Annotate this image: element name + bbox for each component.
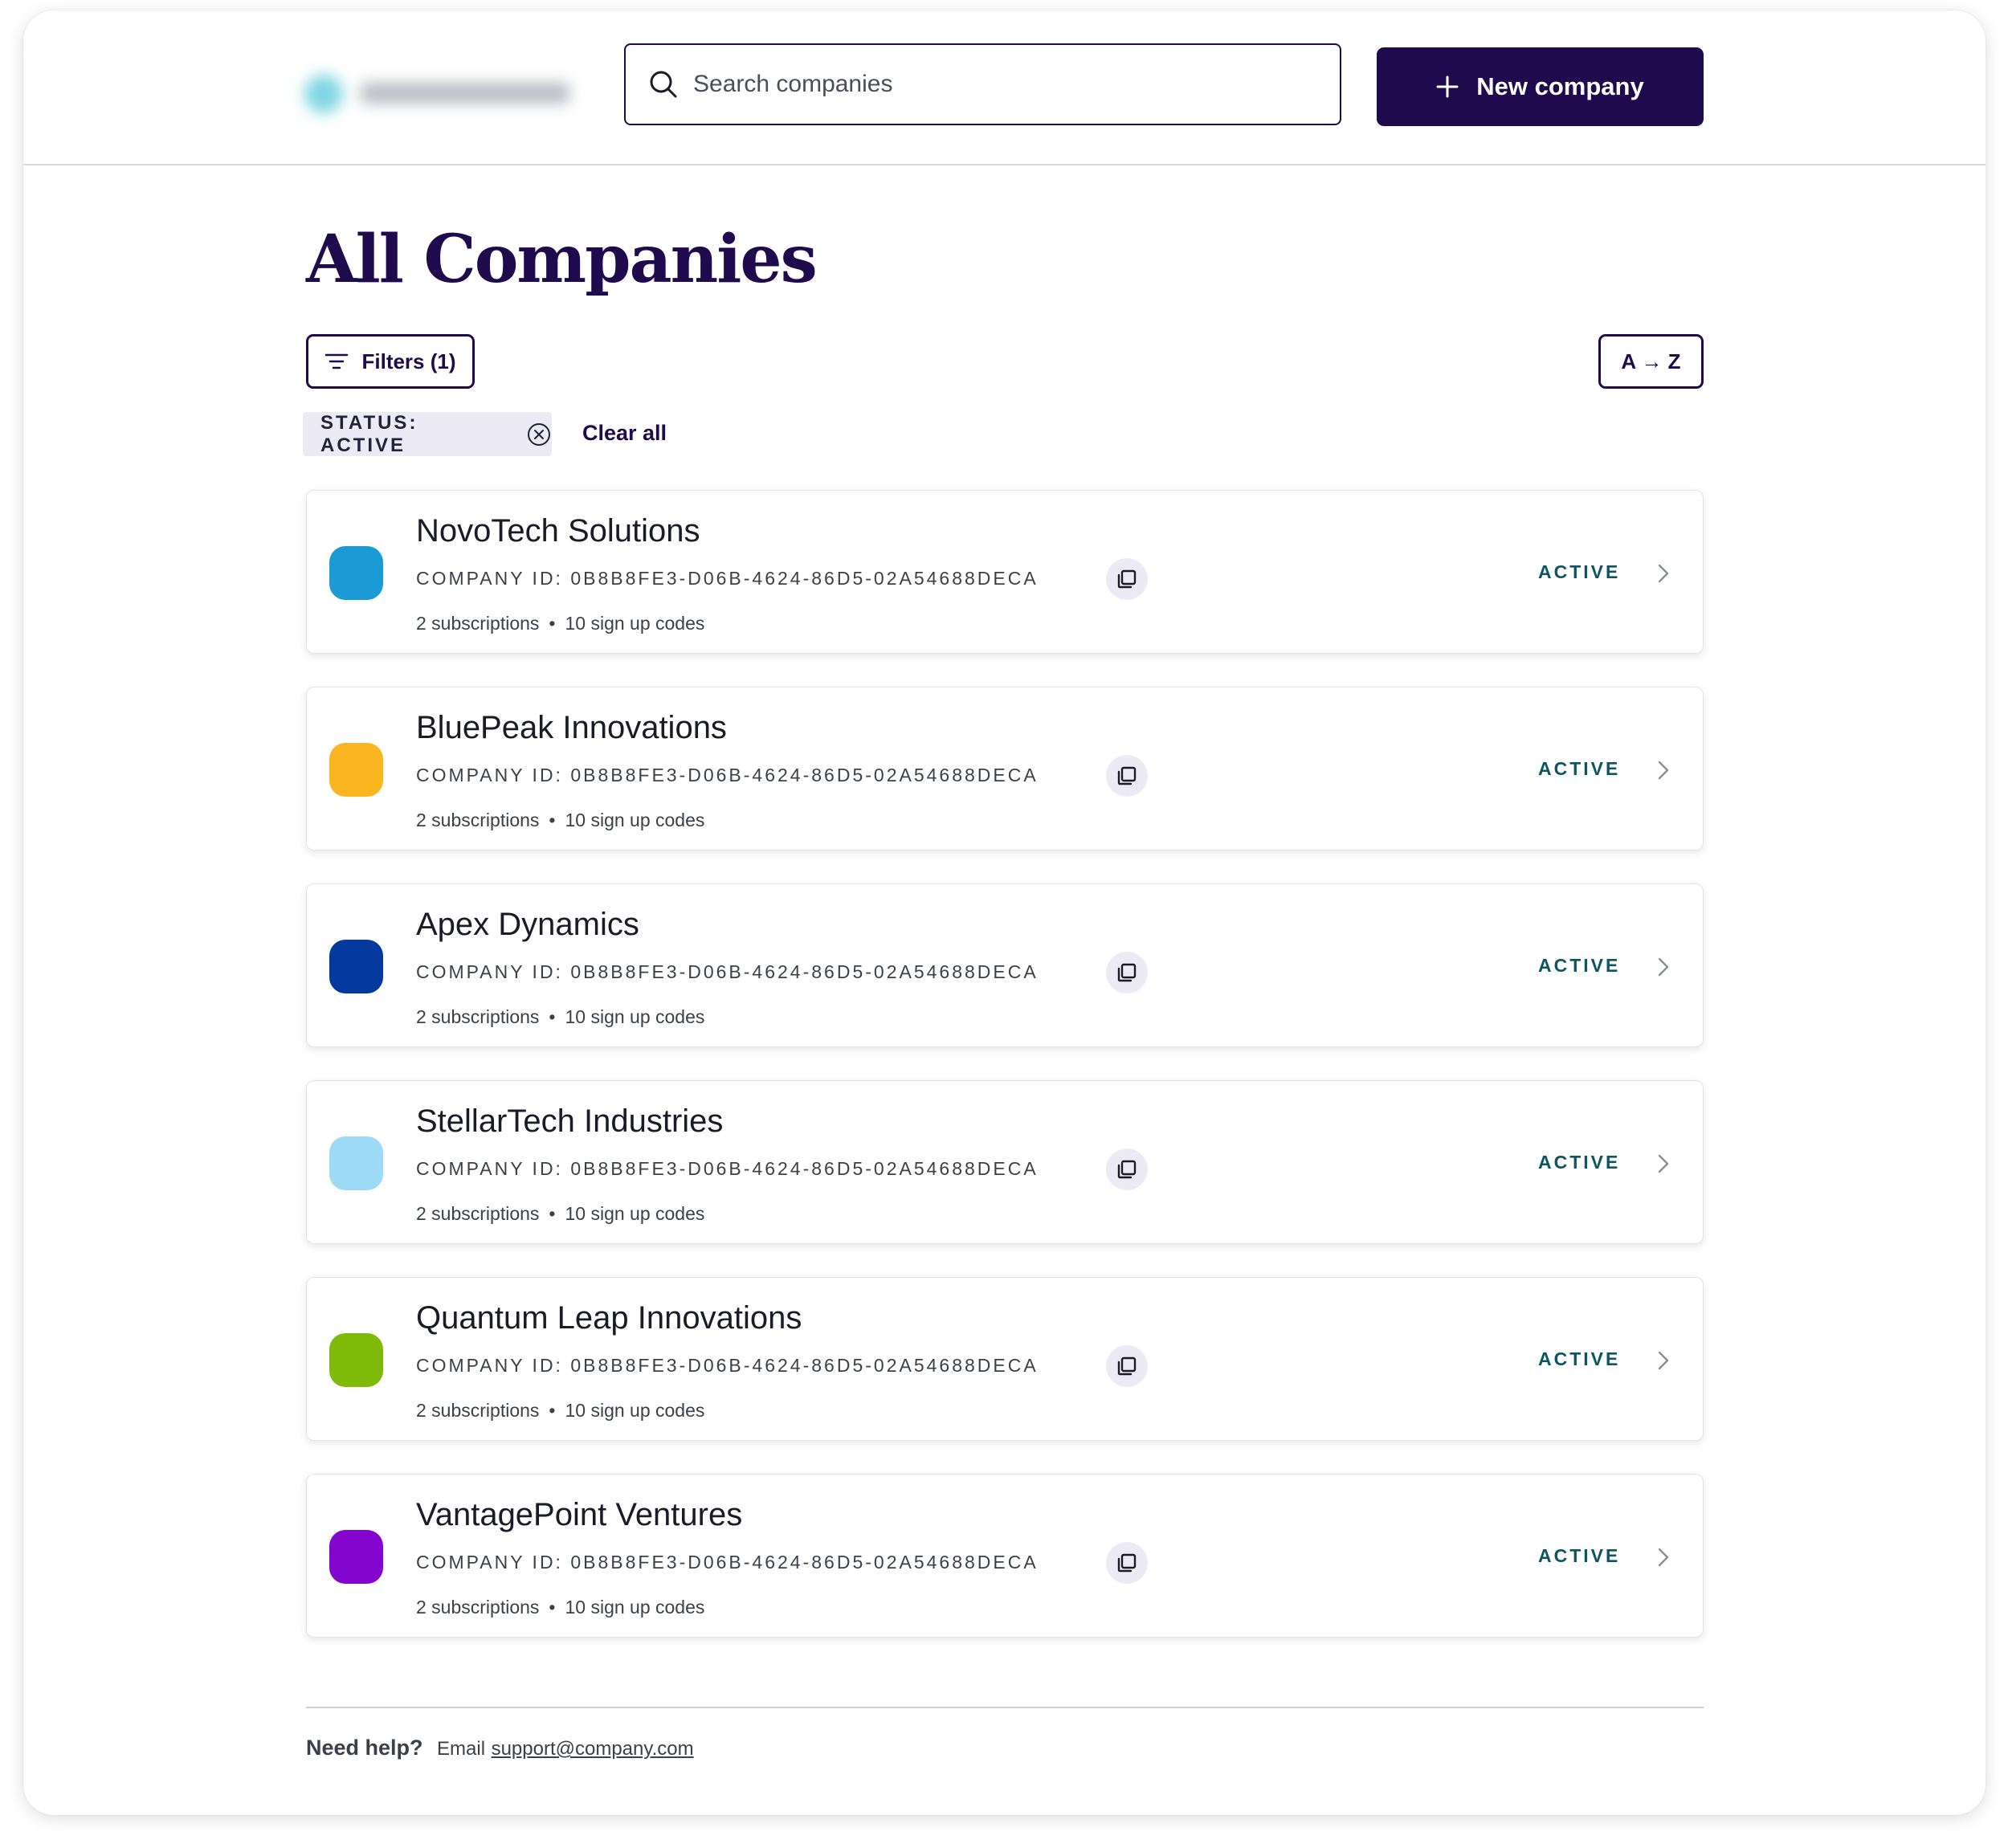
- company-avatar: [329, 743, 383, 797]
- meta-separator: •: [549, 613, 556, 634]
- sort-button[interactable]: A → Z: [1598, 334, 1704, 389]
- app-window: New company All Companies Filters (1) A …: [23, 10, 1986, 1815]
- close-circle-icon[interactable]: [526, 422, 552, 447]
- new-company-label: New company: [1476, 72, 1644, 100]
- subscriptions-count: 2 subscriptions: [416, 810, 540, 830]
- chevron-right-icon: [1652, 561, 1673, 585]
- company-id: COMPANY ID: 0B8B8FE3-D06B-4624-86D5-02A5…: [416, 1552, 1039, 1573]
- signup-codes-count: 10 sign up codes: [565, 1597, 705, 1618]
- company-avatar: [329, 940, 383, 993]
- chevron-right-icon: [1652, 1348, 1673, 1373]
- company-meta: 2 subscriptions • 10 sign up codes: [416, 1203, 704, 1225]
- status-badge: ACTIVE: [1538, 561, 1621, 582]
- company-avatar: [329, 1333, 383, 1387]
- filter-icon: [324, 352, 349, 371]
- signup-codes-count: 10 sign up codes: [565, 1203, 705, 1224]
- page-title: All Companies: [306, 221, 818, 298]
- company-id: COMPANY ID: 0B8B8FE3-D06B-4624-86D5-02A5…: [416, 1355, 1039, 1376]
- company-card[interactable]: NovoTech Solutions COMPANY ID: 0B8B8FE3-…: [306, 490, 1704, 654]
- search-input[interactable]: [692, 70, 1305, 99]
- plus-icon: [1436, 75, 1459, 98]
- company-id: COMPANY ID: 0B8B8FE3-D06B-4624-86D5-02A5…: [416, 568, 1039, 589]
- status-badge: ACTIVE: [1538, 758, 1621, 779]
- company-name: BluePeak Innovations: [416, 710, 727, 745]
- copy-icon: [1117, 766, 1137, 785]
- status-badge: ACTIVE: [1538, 1152, 1621, 1173]
- company-name: NovoTech Solutions: [416, 513, 700, 549]
- company-name: Quantum Leap Innovations: [416, 1300, 802, 1336]
- status-badge: ACTIVE: [1538, 1348, 1621, 1369]
- filters-label: Filters (1): [361, 349, 456, 373]
- company-avatar: [329, 1136, 383, 1190]
- company-card[interactable]: BluePeak Innovations COMPANY ID: 0B8B8FE…: [306, 687, 1704, 851]
- subscriptions-count: 2 subscriptions: [416, 1400, 540, 1421]
- footer-divider: [306, 1707, 1704, 1708]
- copy-id-button[interactable]: [1106, 558, 1148, 600]
- clear-all-link[interactable]: Clear all: [582, 421, 667, 446]
- company-id: COMPANY ID: 0B8B8FE3-D06B-4624-86D5-02A5…: [416, 765, 1039, 785]
- company-meta: 2 subscriptions • 10 sign up codes: [416, 1006, 704, 1028]
- chevron-right-icon: [1652, 758, 1673, 782]
- company-logo[interactable]: [288, 60, 626, 120]
- logo-mark: [304, 75, 343, 113]
- subscriptions-count: 2 subscriptions: [416, 1597, 540, 1618]
- filters-button[interactable]: Filters (1): [306, 334, 475, 389]
- meta-separator: •: [549, 1597, 556, 1618]
- company-meta: 2 subscriptions • 10 sign up codes: [416, 1597, 704, 1618]
- logo-wordmark: [361, 83, 569, 104]
- copy-icon: [1117, 1160, 1137, 1179]
- chevron-right-icon: [1652, 1152, 1673, 1176]
- signup-codes-count: 10 sign up codes: [565, 810, 705, 830]
- sort-label: A → Z: [1621, 349, 1681, 373]
- meta-separator: •: [549, 1203, 556, 1224]
- company-card[interactable]: Quantum Leap Innovations COMPANY ID: 0B8…: [306, 1277, 1704, 1441]
- meta-separator: •: [549, 1006, 556, 1027]
- company-card[interactable]: StellarTech Industries COMPANY ID: 0B8B8…: [306, 1080, 1704, 1244]
- company-avatar: [329, 546, 383, 600]
- company-meta: 2 subscriptions • 10 sign up codes: [416, 1400, 704, 1422]
- company-avatar: [329, 1530, 383, 1584]
- copy-id-button[interactable]: [1106, 952, 1148, 993]
- copy-id-button[interactable]: [1106, 1345, 1148, 1387]
- company-name: Apex Dynamics: [416, 907, 639, 942]
- new-company-button[interactable]: New company: [1377, 47, 1704, 126]
- copy-id-button[interactable]: [1106, 755, 1148, 797]
- copy-icon: [1117, 1553, 1137, 1573]
- copy-icon: [1117, 569, 1137, 589]
- signup-codes-count: 10 sign up codes: [565, 1400, 705, 1421]
- copy-id-button[interactable]: [1106, 1148, 1148, 1190]
- chevron-right-icon: [1652, 955, 1673, 979]
- help-label: Need help?: [306, 1736, 423, 1760]
- status-filter-chip: STATUS: ACTIVE: [303, 412, 552, 456]
- company-card[interactable]: VantagePoint Ventures COMPANY ID: 0B8B8F…: [306, 1474, 1704, 1638]
- company-meta: 2 subscriptions • 10 sign up codes: [416, 810, 704, 831]
- company-id: COMPANY ID: 0B8B8FE3-D06B-4624-86D5-02A5…: [416, 1158, 1039, 1179]
- company-list: NovoTech Solutions COMPANY ID: 0B8B8FE3-…: [306, 490, 1704, 1671]
- email-label: Email: [437, 1738, 486, 1760]
- status-badge: ACTIVE: [1538, 1545, 1621, 1566]
- company-name: VantagePoint Ventures: [416, 1497, 743, 1532]
- subscriptions-count: 2 subscriptions: [416, 613, 540, 634]
- copy-icon: [1117, 1356, 1137, 1376]
- copy-icon: [1117, 963, 1137, 982]
- subscriptions-count: 2 subscriptions: [416, 1006, 540, 1027]
- search-icon: [648, 69, 679, 100]
- meta-separator: •: [549, 810, 556, 830]
- chevron-right-icon: [1652, 1545, 1673, 1569]
- chip-label: STATUS: ACTIVE: [320, 411, 418, 456]
- company-name: StellarTech Industries: [416, 1103, 724, 1139]
- signup-codes-count: 10 sign up codes: [565, 613, 705, 634]
- subscriptions-count: 2 subscriptions: [416, 1203, 540, 1224]
- company-meta: 2 subscriptions • 10 sign up codes: [416, 613, 704, 634]
- signup-codes-count: 10 sign up codes: [565, 1006, 705, 1027]
- support-email-link[interactable]: support@company.com: [492, 1738, 694, 1760]
- copy-id-button[interactable]: [1106, 1542, 1148, 1584]
- meta-separator: •: [549, 1400, 556, 1421]
- company-card[interactable]: Apex Dynamics COMPANY ID: 0B8B8FE3-D06B-…: [306, 883, 1704, 1047]
- footer-help: Need help? Email support@company.com: [306, 1736, 694, 1760]
- search-box[interactable]: [624, 43, 1341, 125]
- company-id: COMPANY ID: 0B8B8FE3-D06B-4624-86D5-02A5…: [416, 961, 1039, 982]
- top-header: New company: [23, 10, 1986, 165]
- status-badge: ACTIVE: [1538, 955, 1621, 976]
